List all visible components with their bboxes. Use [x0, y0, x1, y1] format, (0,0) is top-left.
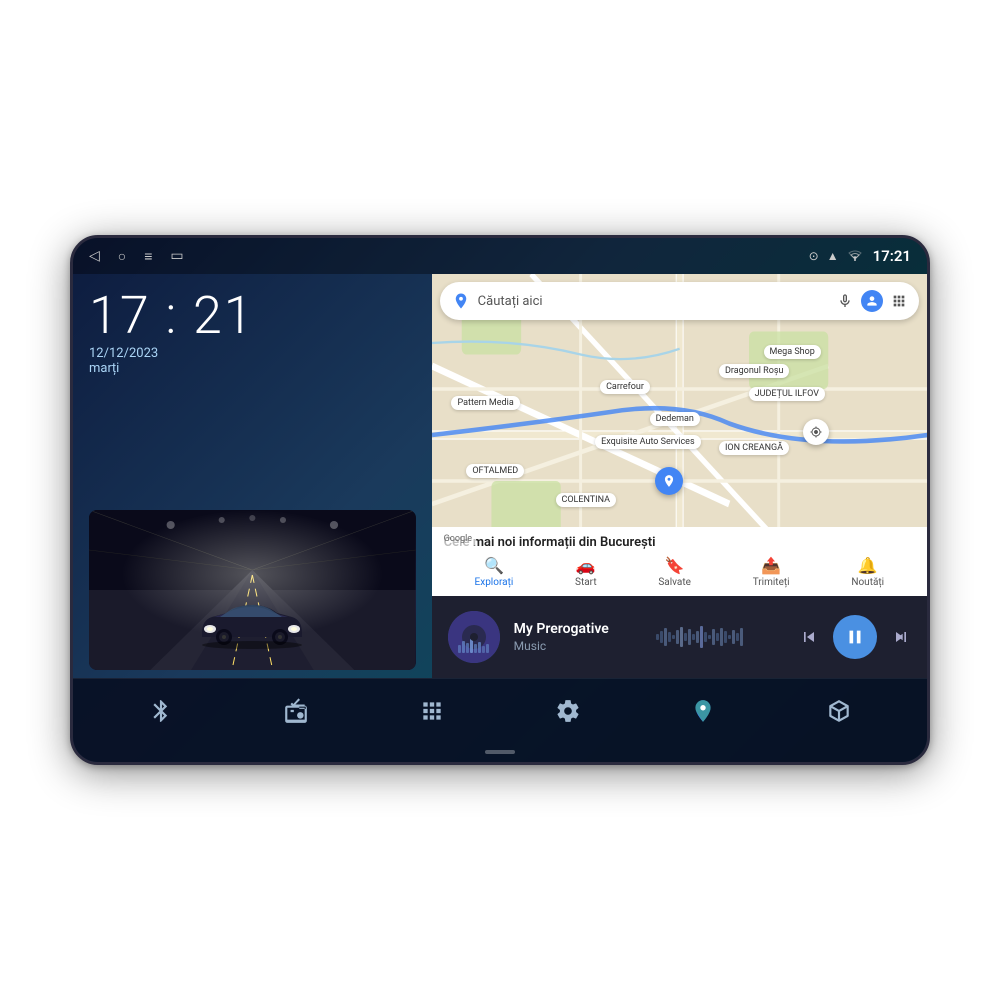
wifi-icon: ▲: [827, 249, 839, 263]
clock-time: 17 : 21: [89, 290, 416, 342]
waveform-svg: [656, 622, 746, 652]
map-search-placeholder[interactable]: Căutați aici: [478, 294, 829, 309]
bluetooth-icon: [148, 698, 174, 724]
news-label: Noutăți: [851, 577, 884, 588]
music-controls: [799, 615, 911, 659]
music-subtitle: Music: [514, 639, 639, 653]
maps-nav-share[interactable]: 📤 Trimiteți: [753, 556, 790, 588]
album-art-svg: [448, 611, 500, 663]
car-image-section: [89, 384, 416, 670]
map-label-dragonul: Dragonul Roșu: [719, 364, 790, 378]
music-info: My Prerogative Music: [514, 621, 639, 653]
navigation-pin[interactable]: [655, 467, 683, 495]
music-album-art: [448, 611, 500, 663]
menu-icon[interactable]: ≡: [144, 248, 152, 265]
wifi-signal-icon: [847, 250, 863, 262]
map-label-colentina: COLENTINA: [556, 493, 617, 507]
status-bar: ◁ ○ ≡ ▭ ⊙ ▲ 17:21: [73, 238, 927, 274]
home-indicator: [73, 742, 927, 762]
next-track-button[interactable]: [891, 627, 911, 647]
dock-bluetooth[interactable]: [139, 689, 183, 733]
clock-section: 17 : 21 12/12/2023 marți: [89, 286, 416, 376]
left-panel: 17 : 21 12/12/2023 marți: [73, 274, 432, 678]
recents-icon[interactable]: ▭: [170, 248, 183, 264]
map-search-icons: [837, 290, 907, 312]
location-icon: ⊙: [809, 249, 819, 263]
settings-icon: [555, 698, 581, 724]
user-avatar[interactable]: [861, 290, 883, 312]
grid-icon[interactable]: [891, 293, 907, 309]
explore-icon: 🔍: [484, 556, 504, 575]
location-pin[interactable]: [803, 419, 829, 445]
status-icons: ⊙ ▲: [809, 249, 863, 263]
car-infotainment-device: ◁ ○ ≡ ▭ ⊙ ▲ 17:21: [70, 235, 930, 765]
map-label-exquisite: Exquisite Auto Services: [595, 435, 700, 449]
news-icon: 🔔: [858, 556, 878, 575]
map-section[interactable]: Pattern Media Carrefour Dragonul Roșu De…: [432, 274, 927, 596]
bottom-dock: [73, 678, 927, 742]
music-player: My Prerogative Music: [432, 596, 927, 678]
maps-nav-start[interactable]: 🚗 Start: [575, 556, 597, 588]
map-label-dedeman: Dedeman: [650, 412, 700, 426]
map-label-pattern-media: Pattern Media: [451, 396, 519, 410]
maps-info-title: Cele mai noi informații din București: [444, 535, 915, 550]
status-right: ⊙ ▲ 17:21: [809, 247, 911, 265]
prev-track-button[interactable]: [799, 627, 819, 647]
explore-label: Explorați: [475, 577, 514, 588]
home-bar[interactable]: [485, 750, 515, 754]
google-maps-logo: Google: [440, 532, 476, 546]
dock-3d-cube[interactable]: [817, 689, 861, 733]
directions-icon: 🚗: [576, 556, 596, 575]
home-icon[interactable]: ○: [118, 248, 126, 265]
start-label: Start: [575, 577, 597, 588]
car-svg: [192, 595, 312, 650]
cube-3d-icon: [826, 698, 852, 724]
map-label-carrefour: Carrefour: [600, 380, 650, 394]
status-time: 17:21: [873, 247, 911, 265]
apps-grid-icon: [419, 698, 445, 724]
screen: ◁ ○ ≡ ▭ ⊙ ▲ 17:21: [73, 238, 927, 762]
dock-apps[interactable]: [410, 689, 454, 733]
radio-icon: [283, 698, 309, 724]
maps-nav-explore[interactable]: 🔍 Explorați: [475, 556, 514, 588]
clock-date: 12/12/2023 marți: [89, 346, 416, 376]
music-title: My Prerogative: [514, 621, 639, 637]
play-pause-button[interactable]: [833, 615, 877, 659]
maps-nav-saved[interactable]: 🔖 Salvate: [658, 556, 691, 588]
maps-nav-row: 🔍 Explorați 🚗 Start 🔖 Salvate: [444, 556, 915, 588]
maps-info-panel: Cele mai noi informații din București 🔍 …: [432, 527, 927, 596]
right-panel: Pattern Media Carrefour Dragonul Roșu De…: [432, 274, 927, 678]
share-label: Trimiteți: [753, 577, 790, 588]
nav-buttons: ◁ ○ ≡ ▭: [89, 248, 184, 265]
dock-settings[interactable]: [546, 689, 590, 733]
saved-label: Salvate: [658, 577, 691, 588]
map-label-judetul-ilfov: JUDEȚUL ILFOV: [749, 387, 825, 401]
dock-maps[interactable]: [681, 689, 725, 733]
microphone-icon[interactable]: [837, 293, 853, 309]
main-content: 17 : 21 12/12/2023 marți: [73, 274, 927, 678]
map-label-ion-creanga: ION CREANGĂ: [719, 441, 789, 455]
google-maps-icon: [690, 698, 716, 724]
share-icon: 📤: [761, 556, 781, 575]
dock-radio[interactable]: [274, 689, 318, 733]
map-label-oftalmed: OFTALMED: [466, 464, 524, 478]
maps-logo-icon: [452, 292, 470, 310]
saved-icon: 🔖: [665, 556, 685, 575]
map-label-mega-shop: Mega Shop: [764, 345, 821, 359]
car-tunnel: [89, 510, 416, 670]
map-search-bar[interactable]: Căutați aici: [440, 282, 919, 320]
back-icon[interactable]: ◁: [89, 248, 100, 264]
maps-nav-news[interactable]: 🔔 Noutăți: [851, 556, 884, 588]
music-waveform: [656, 622, 781, 652]
